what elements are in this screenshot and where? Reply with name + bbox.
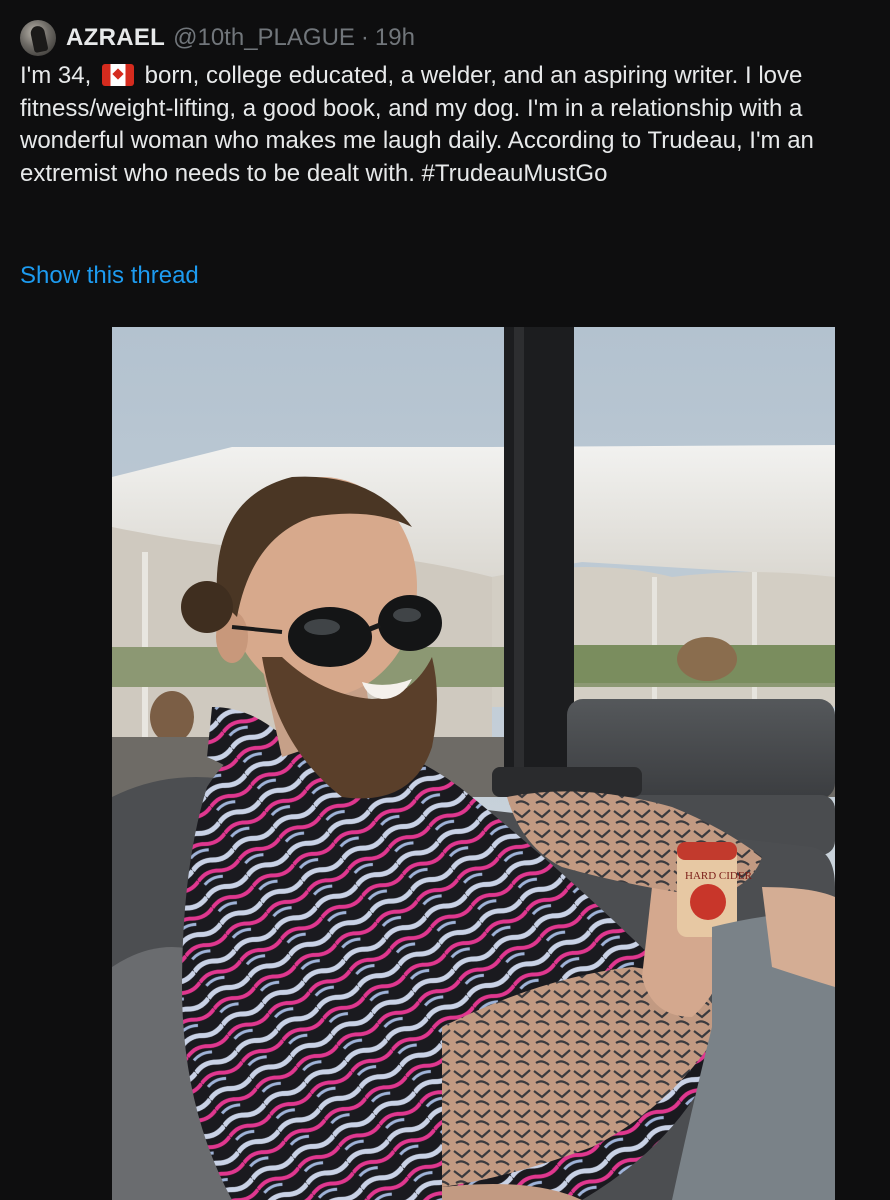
author-name[interactable]: AZRAEL	[66, 24, 165, 52]
tweet-text-start: I'm 34,	[20, 62, 98, 89]
tweet-text: I'm 34, born, college educated, a welder…	[20, 60, 880, 190]
tweet-photo[interactable]: HARD CIDER	[112, 327, 835, 1200]
tweet-text-rest: born, college educated, a welder, and an…	[20, 62, 814, 187]
can-label: HARD CIDER	[685, 870, 753, 882]
separator-dot: ·	[360, 24, 369, 51]
author-handle[interactable]: @10th_PLAGUE	[173, 24, 355, 52]
author-avatar[interactable]	[20, 20, 56, 56]
show-thread-link[interactable]: Show this thread	[20, 262, 199, 290]
canada-flag-icon	[101, 64, 134, 86]
photo-illustration: HARD CIDER	[112, 327, 835, 1200]
avatar-figure	[29, 24, 49, 54]
tweet-header: AZRAEL @10th_PLAGUE · 19h	[20, 18, 415, 58]
tweet-timestamp[interactable]: 19h	[375, 24, 415, 52]
tweet-card: AZRAEL @10th_PLAGUE · 19h I'm 34, born, …	[0, 0, 890, 1200]
